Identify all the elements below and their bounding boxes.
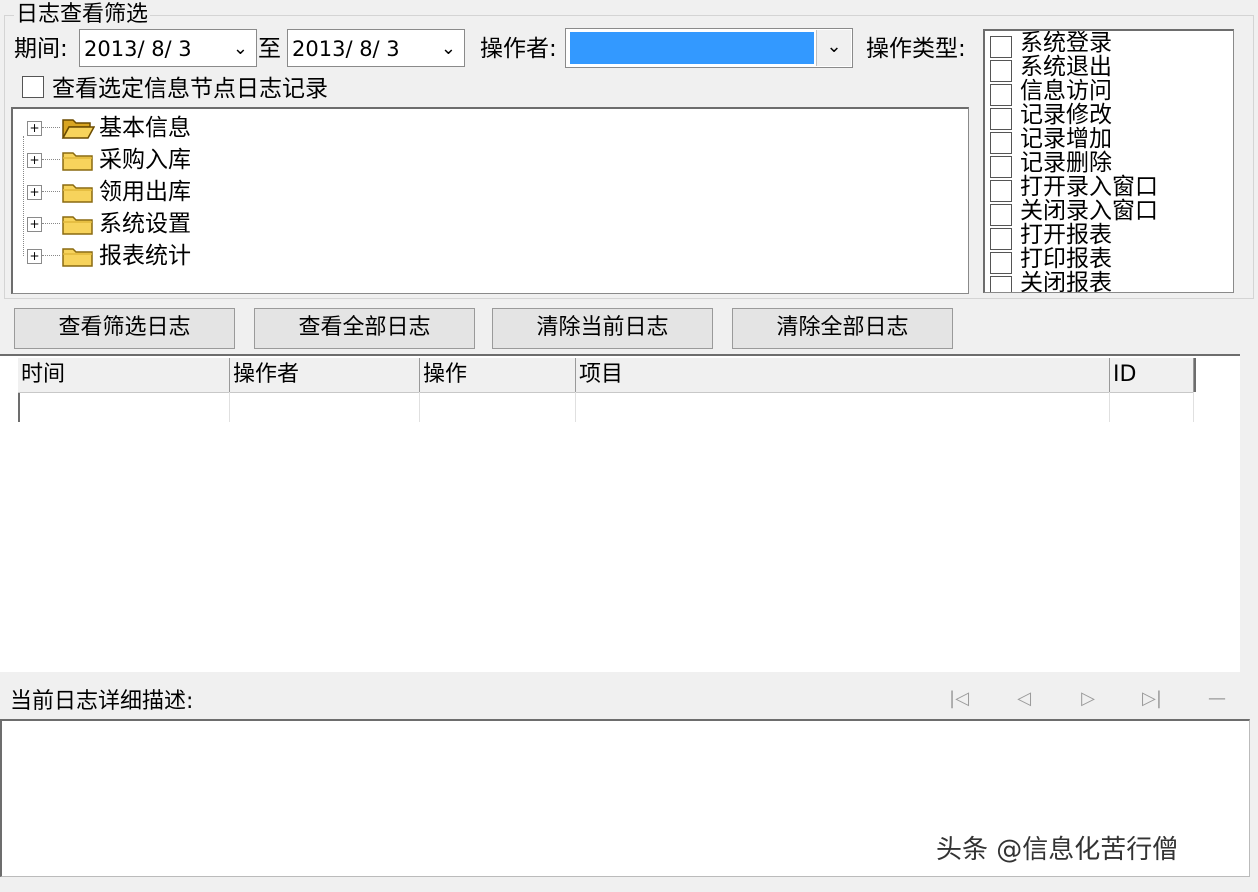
table-cell [230, 392, 420, 422]
detail-label: 当前日志详细描述: [10, 689, 194, 714]
operator-label: 操作者: [480, 36, 557, 62]
node-filter-label: 查看选定信息节点日志记录 [52, 76, 328, 102]
op-type-label: 操作类型: [866, 36, 966, 62]
checkbox[interactable] [990, 84, 1012, 106]
operator-selected-value [570, 32, 814, 64]
expand-icon[interactable]: + [27, 153, 42, 168]
clear-current-log-button[interactable]: 清除当前日志 [492, 308, 713, 349]
tree-item-label: 报表统计 [99, 243, 191, 269]
checkbox[interactable] [990, 108, 1012, 130]
tree-connector [42, 159, 60, 160]
op-type-checklist[interactable]: 系统登录 系统退出 信息访问 记录修改 记录增加 记录删除 打开录入窗口 关闭录… [983, 29, 1234, 293]
operator-select[interactable]: ⌄ [565, 28, 853, 68]
expand-icon[interactable]: + [27, 185, 42, 200]
tree-item-label: 领用出库 [99, 179, 191, 205]
op-type-label: 关闭报表 [1020, 270, 1112, 293]
date-from-value: 2013/ 8/ 3 [84, 37, 192, 61]
checkbox[interactable] [990, 60, 1012, 82]
tree-connector [23, 136, 24, 256]
row-indicator-column [0, 358, 20, 422]
tree-connector [42, 127, 60, 128]
view-all-log-button[interactable]: 查看全部日志 [254, 308, 475, 349]
table-cell [420, 392, 576, 422]
table-cell [18, 392, 230, 422]
first-record-icon[interactable]: |◁ [945, 688, 973, 710]
date-to-picker[interactable]: 2013/ 8/ 3 ⌄ [287, 29, 465, 67]
folder-icon [62, 184, 93, 203]
expand-icon[interactable]: + [27, 249, 42, 264]
chevron-down-icon[interactable]: ⌄ [233, 38, 248, 60]
period-label: 期间: [14, 36, 68, 62]
new-record-icon[interactable]: — [1203, 688, 1231, 710]
table-row[interactable] [18, 392, 1194, 422]
info-node-tree[interactable]: + 基本信息 + 采购入库 + 领用出库 + 系统设置 + 报表统计 [11, 107, 969, 294]
tree-connector [42, 255, 60, 256]
column-header-time[interactable]: 时间 [18, 358, 230, 392]
clear-all-log-button[interactable]: 清除全部日志 [732, 308, 953, 349]
to-label: 至 [258, 36, 281, 62]
checkbox[interactable] [990, 276, 1012, 292]
expand-icon[interactable]: + [27, 217, 42, 232]
filter-group-title: 日志查看筛选 [14, 2, 151, 28]
grid-border [1194, 358, 1196, 392]
chevron-down-icon[interactable]: ⌄ [816, 30, 851, 66]
checkbox[interactable] [990, 132, 1012, 154]
column-header-item[interactable]: 项目 [576, 358, 1110, 392]
column-header-id[interactable]: ID [1110, 358, 1194, 392]
date-to-value: 2013/ 8/ 3 [292, 37, 400, 61]
checkbox[interactable] [990, 228, 1012, 250]
open-folder-icon [61, 119, 95, 139]
column-header-operation[interactable]: 操作 [420, 358, 576, 392]
next-record-icon[interactable]: ▷ [1074, 688, 1102, 710]
folder-icon [62, 216, 93, 235]
grid-header: 时间 操作者 操作 项目 ID [18, 358, 1194, 393]
checkbox[interactable] [990, 156, 1012, 178]
tree-item-label: 基本信息 [99, 115, 191, 141]
last-record-icon[interactable]: ▷| [1138, 688, 1166, 710]
checkbox[interactable] [990, 252, 1012, 274]
checkbox[interactable] [990, 36, 1012, 58]
folder-icon [62, 152, 93, 171]
watermark-text: 头条 @信息化苦行僧 [936, 835, 1179, 865]
table-cell [1110, 392, 1194, 422]
table-cell [576, 392, 1110, 422]
tree-connector [42, 223, 60, 224]
tree-item-label: 系统设置 [99, 211, 191, 237]
chevron-down-icon[interactable]: ⌄ [441, 38, 456, 60]
prev-record-icon[interactable]: ◁ [1010, 688, 1038, 710]
checkbox[interactable] [990, 180, 1012, 202]
node-filter-checkbox[interactable] [22, 76, 44, 98]
column-header-operator[interactable]: 操作者 [230, 358, 420, 392]
expand-icon[interactable]: + [27, 121, 42, 136]
view-filtered-log-button[interactable]: 查看筛选日志 [14, 308, 235, 349]
log-grid[interactable]: 时间 操作者 操作 项目 ID [0, 354, 1240, 672]
folder-icon [62, 248, 93, 267]
tree-item-label: 采购入库 [99, 147, 191, 173]
checkbox[interactable] [990, 204, 1012, 226]
date-from-picker[interactable]: 2013/ 8/ 3 ⌄ [79, 29, 257, 67]
tree-connector [42, 191, 60, 192]
